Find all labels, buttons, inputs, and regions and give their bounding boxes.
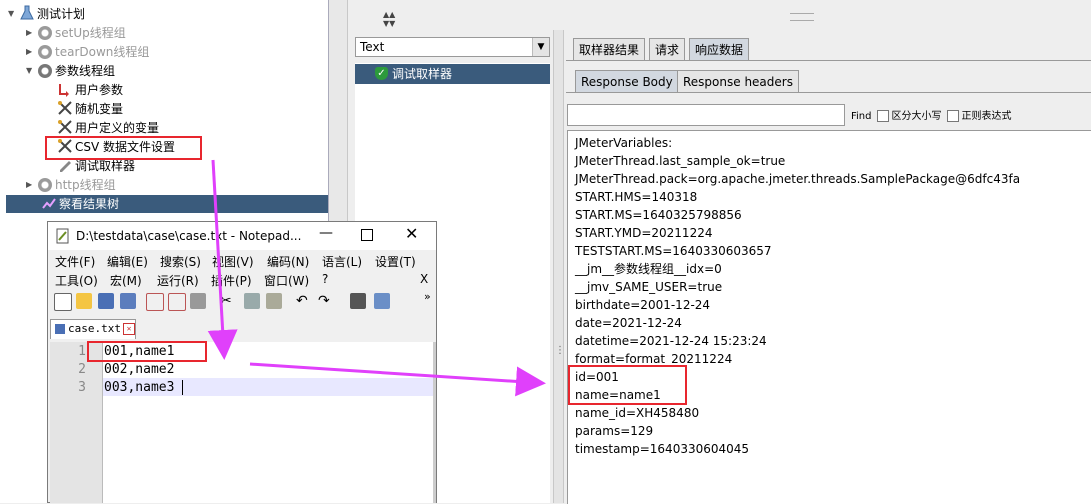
arrow-file-to-response	[249, 362, 546, 397]
annotation-arrows	[207, 159, 546, 397]
arrow-config-to-file	[207, 159, 238, 360]
